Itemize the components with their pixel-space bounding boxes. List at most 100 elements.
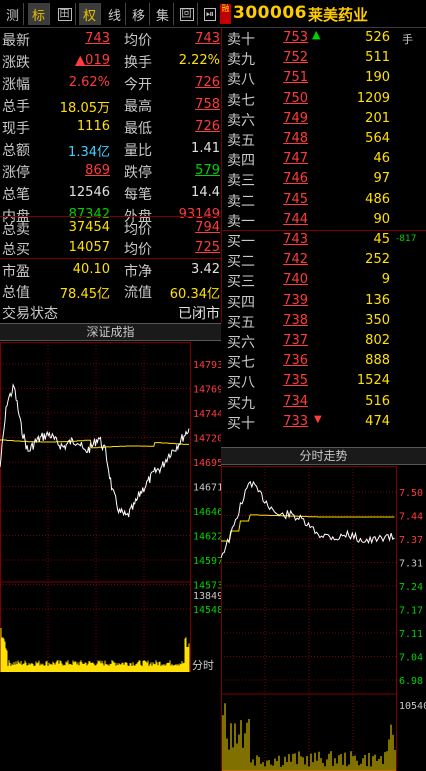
tool-button-rights[interactable]: 权 xyxy=(79,3,101,25)
axis-tick: 14769 xyxy=(193,385,221,396)
quote-label: 今开 xyxy=(124,77,152,93)
buy-order-row: 买十 733 474 ▼ xyxy=(222,412,426,432)
order-price: 735 xyxy=(283,373,308,389)
axis-tick: 7.31 xyxy=(399,559,423,570)
order-level-label: 买六 xyxy=(227,335,255,351)
tool-button-collection[interactable]: 集 xyxy=(152,3,174,25)
trading-status: 已闭市 xyxy=(178,306,220,322)
tool-button-mark[interactable]: 标 xyxy=(28,3,50,25)
order-volume: 252 xyxy=(365,252,390,268)
order-level-label: 买八 xyxy=(227,375,255,392)
order-volume: 888 xyxy=(365,353,390,369)
quote-value: 78.45亿 xyxy=(59,287,110,302)
quote-row-amount: 总额 1.34亿 量比 1.41 xyxy=(0,138,220,160)
order-price: 747 xyxy=(283,151,308,167)
volume-max: 13849 xyxy=(193,591,221,602)
order-price: 743 xyxy=(283,232,308,247)
quote-row-limit: 涨停 869 跌停 579 xyxy=(0,160,220,182)
unit-label: 手 xyxy=(402,33,413,46)
order-level-label: 买四 xyxy=(227,294,255,311)
quote-label: 量比 xyxy=(124,143,152,159)
axis-tick: 14720 xyxy=(193,434,221,445)
time-label: 分时 xyxy=(192,659,214,672)
grid-layout-icon[interactable]: 田 xyxy=(54,3,76,25)
quote-value: 14.4 xyxy=(191,185,220,200)
quote-label: 最新 xyxy=(2,33,30,49)
quote-value: 758 xyxy=(195,97,220,112)
tool-button-move[interactable]: 移 xyxy=(128,3,150,25)
quote-label: 最高 xyxy=(124,99,152,115)
order-volume: 526 xyxy=(365,30,390,45)
buy-order-row: 买二 742 252 xyxy=(222,250,426,270)
axis-tick: 7.17 xyxy=(399,606,423,617)
price-line xyxy=(0,383,190,518)
quote-label: 跌停 xyxy=(124,165,152,181)
order-volume: 90 xyxy=(373,211,390,227)
sell-order-row: 卖三 746 97 xyxy=(222,169,426,189)
quote-label: 涨跌 xyxy=(2,55,30,71)
order-level-label: 卖十 xyxy=(227,32,255,48)
toolbar: 测 标 田 权 线 移 集 回 ⏯ 融 300006 莱美药业 xyxy=(0,0,426,28)
order-level-label: 卖二 xyxy=(227,193,255,210)
buy-order-row: 买三 740 9 xyxy=(222,270,426,290)
index-chart-title: 深证成指 xyxy=(0,323,221,341)
order-level-label: 卖九 xyxy=(227,52,255,69)
axis-tick: 14695 xyxy=(193,458,221,469)
order-level-label: 买一 xyxy=(227,234,255,250)
sell-order-row: 卖一 744 90 xyxy=(222,210,426,230)
quote-row-change: 涨跌 ▲019 换手 2.22% xyxy=(0,50,220,72)
quote-row-total-sell: 总卖 37454 均价 794 xyxy=(0,217,220,239)
axis-tick: 14597 xyxy=(193,556,221,567)
order-price: 738 xyxy=(283,312,308,328)
axis-tick: 7.04 xyxy=(399,653,423,664)
quote-label: 每笔 xyxy=(124,187,152,203)
quote-value: 2.62% xyxy=(68,75,110,90)
quote-value: 18.05万 xyxy=(59,101,110,116)
down-arrow-icon: ▼ xyxy=(314,413,322,425)
stock-name: 莱美药业 xyxy=(308,6,369,24)
tool-button-measure[interactable]: 测 xyxy=(2,3,24,25)
order-level-label: 卖四 xyxy=(227,153,255,170)
order-volume: 564 xyxy=(365,131,390,146)
quote-value: 1116 xyxy=(76,119,110,134)
order-volume: 511 xyxy=(365,50,390,66)
quote-row-total-buy: 总买 14057 均价 725 xyxy=(0,237,220,259)
tool-button-line[interactable]: 线 xyxy=(104,3,126,25)
quote-label: 市净 xyxy=(124,264,152,280)
axis-tick: 14744 xyxy=(193,409,221,420)
order-price: 737 xyxy=(283,333,308,348)
order-volume: 9 xyxy=(381,272,390,288)
axis-tick: 14548 xyxy=(193,605,221,616)
order-level-label: 买十 xyxy=(227,415,255,432)
sell-order-row: 卖六 749 201 xyxy=(222,109,426,129)
quote-row-last: 最新 743 均价 743 xyxy=(0,28,220,50)
stock-chart-title: 分时走势 xyxy=(221,447,426,465)
quote-value: 869 xyxy=(85,163,110,178)
quote-row-mktcap: 总值 78.45亿 流值 60.34亿 xyxy=(0,280,220,302)
quote-value: 743 xyxy=(85,31,110,46)
play-pause-icon[interactable]: ⏯ xyxy=(199,3,221,25)
order-level-label: 买五 xyxy=(227,314,255,331)
index-chart: 14793 14769 14744 14720 14695 14671 14646 14622… xyxy=(0,342,221,672)
quote-value: 12546 xyxy=(68,185,110,200)
buy-order-row: 买一 743 45 -817 xyxy=(222,230,426,250)
sell-order-row: 卖五 748 564 xyxy=(222,129,426,149)
order-delta: -817 xyxy=(396,234,417,244)
back-icon[interactable]: 回 xyxy=(176,3,198,25)
quote-value: 2.22% xyxy=(178,53,220,68)
order-volume: 486 xyxy=(365,191,390,207)
quote-value: 1.41 xyxy=(191,141,220,156)
up-arrow-icon: ▲ xyxy=(312,28,321,41)
quote-label: 现手 xyxy=(2,121,30,137)
quote-label: 总值 xyxy=(2,285,30,301)
axis-tick: 14671 xyxy=(193,483,221,494)
order-volume: 97 xyxy=(373,171,390,187)
order-volume: 802 xyxy=(365,333,390,348)
order-level-label: 卖一 xyxy=(227,213,255,230)
quote-value: 14057 xyxy=(68,240,110,255)
buy-order-row: 买四 739 136 xyxy=(222,291,426,311)
quote-label: 总手 xyxy=(2,99,30,115)
order-price: 752 xyxy=(283,50,308,66)
order-level-label: 卖八 xyxy=(227,72,255,89)
quote-label: 总买 xyxy=(2,242,30,258)
